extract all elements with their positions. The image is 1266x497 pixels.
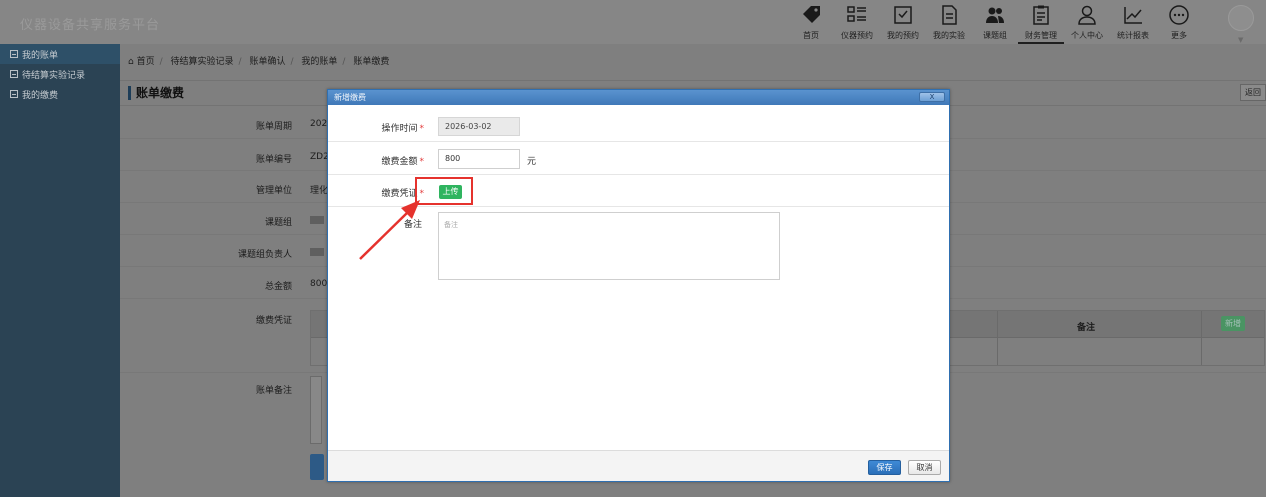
clipboard-icon	[1033, 5, 1049, 25]
list-icon	[847, 6, 866, 22]
home-icon: ⌂	[128, 57, 134, 67]
cancel-button[interactable]: 取消	[908, 460, 941, 475]
calendar-check-icon	[894, 6, 912, 24]
add-payment-dialog: 新增缴费 X 操作时间 * 2026-03-02 缴费金额 * 800 元 缴费凭证…	[327, 89, 950, 482]
chevron-down-icon[interactable]: ▼	[1238, 36, 1243, 44]
nav-statistics[interactable]: 统计报表	[1110, 0, 1156, 44]
list-box-icon	[10, 70, 18, 78]
sidebar-item-label: 我的账单	[22, 50, 59, 61]
nav-finance[interactable]: 财务管理	[1018, 0, 1064, 44]
more-icon	[1169, 5, 1189, 25]
amount-unit: 元	[527, 157, 537, 167]
sidebar-item-pending-records[interactable]: 待结算实验记录	[0, 64, 120, 84]
breadcrumb: ⌂ 首页 / 待结算实验记录 / 账单确认 / 我的账单 / 账单缴费	[128, 57, 390, 67]
document-icon	[942, 5, 957, 25]
user-icon	[1078, 5, 1096, 25]
nav-more[interactable]: 更多	[1156, 0, 1202, 44]
note-label: 备注	[403, 220, 422, 230]
dialog-footer: 保存 取消	[328, 450, 949, 481]
note-textarea[interactable]: 备注	[438, 212, 780, 280]
redacted-value	[310, 248, 324, 256]
back-button[interactable]: 返回	[1240, 84, 1266, 101]
app-title: 仪器设备共享服务平台	[20, 18, 161, 33]
dialog-title: 新增缴费	[328, 90, 949, 105]
avatar[interactable]	[1228, 5, 1254, 31]
tag-icon	[803, 6, 820, 23]
op-time-input[interactable]: 2026-03-02	[438, 117, 520, 136]
top-header: 仪器设备共享服务平台 首页 仪器预约 我的预约 我的实验 课题组 财务管理 个人…	[0, 0, 1266, 44]
save-button[interactable]: 保存	[868, 460, 901, 475]
redacted-value	[310, 216, 324, 224]
breadcrumb-pending[interactable]: 待结算实验记录	[171, 57, 234, 67]
list-box-icon	[10, 50, 18, 58]
breadcrumb-bill-confirm[interactable]: 账单确认	[249, 57, 285, 67]
sidebar: 我的账单 待结算实验记录 我的缴费	[0, 44, 120, 497]
dialog-row-op-time: 操作时间 *	[328, 110, 949, 142]
top-nav: 首页 仪器预约 我的预约 我的实验 课题组 财务管理 个人中心 统计报表 更多	[788, 0, 1202, 44]
dialog-row-amount: 缴费金额 *	[328, 142, 949, 175]
nav-home[interactable]: 首页	[788, 0, 834, 44]
nav-personal-center[interactable]: 个人中心	[1064, 0, 1110, 44]
nav-my-booking[interactable]: 我的预约	[880, 0, 926, 44]
highlight-box	[415, 177, 473, 205]
nav-instrument-booking[interactable]: 仪器预约	[834, 0, 880, 44]
nav-my-experiment[interactable]: 我的实验	[926, 0, 972, 44]
sidebar-item-my-payments[interactable]: 我的缴费	[0, 84, 120, 104]
breadcrumb-my-bills[interactable]: 我的账单	[301, 57, 337, 67]
list-box-icon	[10, 90, 18, 98]
bill-note-textarea[interactable]	[310, 376, 322, 444]
line-chart-icon	[1124, 7, 1142, 24]
add-voucher-button[interactable]: 新增	[1221, 316, 1245, 331]
sidebar-item-label: 待结算实验记录	[22, 70, 86, 81]
amount-input[interactable]: 800	[438, 149, 520, 169]
sidebar-item-my-bills[interactable]: 我的账单	[0, 44, 120, 64]
group-icon	[986, 7, 1004, 23]
page-title: 账单缴费	[128, 86, 184, 100]
nav-research-group[interactable]: 课题组	[972, 0, 1018, 44]
sidebar-item-label: 我的缴费	[22, 90, 59, 101]
breadcrumb-home[interactable]: 首页	[137, 57, 155, 67]
close-button[interactable]: X	[919, 92, 945, 102]
page-save-button[interactable]	[310, 454, 324, 480]
breadcrumb-current: 账单缴费	[353, 57, 390, 67]
